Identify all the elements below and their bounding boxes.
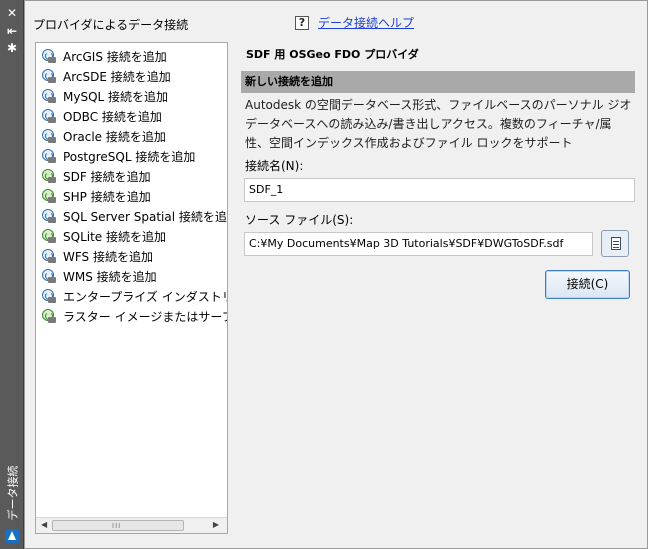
connection-icon bbox=[41, 88, 57, 104]
provider-item[interactable]: SHP 接続を追加 bbox=[36, 186, 227, 206]
browse-file-button[interactable] bbox=[601, 230, 629, 257]
provider-item[interactable]: WFS 接続を追加 bbox=[36, 246, 227, 266]
provider-item[interactable]: PostgreSQL 接続を追加 bbox=[36, 146, 227, 166]
connection-icon bbox=[41, 288, 57, 304]
source-file-label: ソース ファイル(S): bbox=[245, 213, 354, 227]
provider-item-label: ラスター イメージまたはサーフ bbox=[63, 309, 228, 324]
provider-item[interactable]: MySQL 接続を追加 bbox=[36, 86, 227, 106]
data-connect-panel: プロバイダによるデータ接続 ? データ接続ヘルプ ArcGIS 接続を追加 Arc… bbox=[24, 0, 648, 549]
scroll-right-icon[interactable]: ▶ bbox=[213, 520, 219, 529]
provider-item[interactable]: Oracle 接続を追加 bbox=[36, 126, 227, 146]
provider-item[interactable]: SDF 接続を追加 bbox=[36, 166, 227, 186]
connection-icon bbox=[41, 128, 57, 144]
provider-item-label: PostgreSQL 接続を追加 bbox=[63, 149, 196, 164]
section-header: 新しい接続を追加 bbox=[241, 71, 635, 93]
provider-item[interactable]: ODBC 接続を追加 bbox=[36, 106, 227, 126]
provider-item-label: エンタープライズ インダストリ bbox=[63, 289, 228, 304]
help-area: ? データ接続ヘルプ bbox=[295, 14, 414, 31]
provider-list-title: プロバイダによるデータ接続 bbox=[33, 18, 189, 32]
palette-title: データ接続 bbox=[6, 465, 19, 521]
provider-item-label: WFS 接続を追加 bbox=[63, 249, 153, 264]
autohide-icon[interactable]: ⇤ bbox=[5, 24, 19, 38]
connection-icon bbox=[41, 48, 57, 64]
connection-icon bbox=[41, 248, 57, 264]
palette-title-bar: ✕ ⇤ ✱ データ接続 bbox=[0, 0, 24, 549]
provider-item-label: SQLite 接続を追加 bbox=[63, 229, 166, 244]
provider-item-label: WMS 接続を追加 bbox=[63, 269, 157, 284]
provider-item-label: SQL Server Spatial 接続を追 bbox=[63, 209, 227, 224]
provider-item[interactable]: ArcSDE 接続を追加 bbox=[36, 66, 227, 86]
scrollbar-thumb[interactable]: III bbox=[52, 520, 184, 531]
shp-connection-icon bbox=[41, 188, 57, 204]
sqlite-connection-icon bbox=[41, 228, 57, 244]
provider-item-label: Oracle 接続を追加 bbox=[63, 129, 166, 144]
properties-icon[interactable]: ✱ bbox=[5, 41, 19, 55]
connection-icon bbox=[41, 268, 57, 284]
autocad-logo-icon bbox=[5, 529, 19, 543]
provider-item-label: SDF 接続を追加 bbox=[63, 169, 151, 184]
provider-item[interactable]: ArcGIS 接続を追加 bbox=[36, 46, 227, 66]
provider-item[interactable]: ラスター イメージまたはサーフ bbox=[36, 306, 227, 326]
provider-item-label: ArcGIS 接続を追加 bbox=[63, 49, 167, 64]
provider-item[interactable]: SQLite 接続を追加 bbox=[36, 226, 227, 246]
provider-title: SDF 用 OSGeo FDO プロバイダ bbox=[246, 48, 419, 61]
connection-name-label: 接続名(N): bbox=[245, 159, 304, 173]
scrollbar-grip-icon: III bbox=[112, 522, 122, 530]
connection-icon bbox=[41, 108, 57, 124]
provider-description: Autodesk の空間データベース形式、ファイルベースのパーソナル ジオデータ… bbox=[245, 98, 632, 150]
source-file-input[interactable]: C:¥My Documents¥Map 3D Tutorials¥SDF¥DWG… bbox=[244, 232, 593, 256]
horizontal-scrollbar[interactable]: ◀ III ▶ bbox=[36, 517, 227, 533]
document-icon bbox=[611, 237, 621, 250]
help-icon[interactable]: ? bbox=[295, 15, 309, 30]
connection-icon bbox=[41, 208, 57, 224]
provider-item[interactable]: SQL Server Spatial 接続を追 bbox=[36, 206, 227, 226]
provider-item[interactable]: エンタープライズ インダストリ bbox=[36, 286, 227, 306]
close-icon[interactable]: ✕ bbox=[5, 6, 19, 20]
provider-item[interactable]: WMS 接続を追加 bbox=[36, 266, 227, 286]
connection-name-input[interactable]: SDF_1 bbox=[244, 178, 635, 202]
connect-button[interactable]: 接続(C) bbox=[545, 270, 630, 299]
sdf-connection-icon bbox=[41, 168, 57, 184]
provider-item-label: ODBC 接続を追加 bbox=[63, 109, 162, 124]
provider-list[interactable]: ArcGIS 接続を追加 ArcSDE 接続を追加 MySQL 接続を追加 ODBC … bbox=[35, 42, 228, 534]
help-link[interactable]: データ接続ヘルプ bbox=[318, 14, 414, 31]
provider-item-label: SHP 接続を追加 bbox=[63, 189, 151, 204]
provider-item-label: ArcSDE 接続を追加 bbox=[63, 69, 171, 84]
connection-icon bbox=[41, 148, 57, 164]
scroll-left-icon[interactable]: ◀ bbox=[41, 520, 47, 529]
connection-icon bbox=[41, 68, 57, 84]
provider-item-label: MySQL 接続を追加 bbox=[63, 89, 169, 104]
raster-connection-icon bbox=[41, 308, 57, 324]
